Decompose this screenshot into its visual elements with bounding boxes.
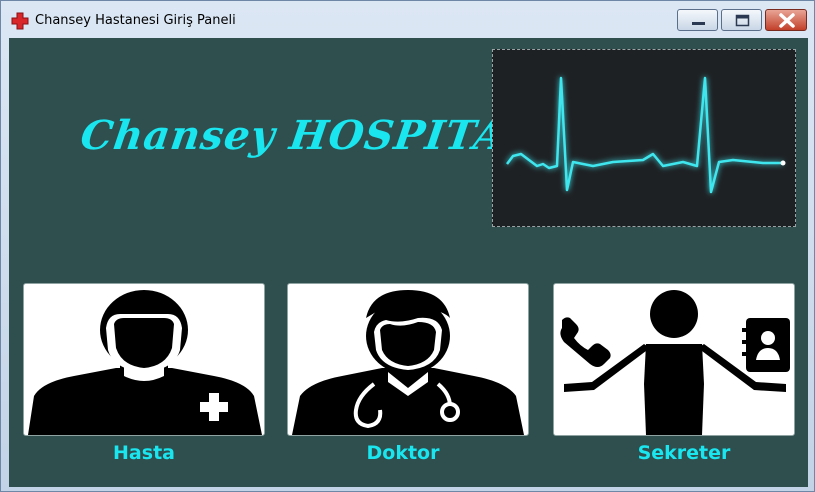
secretary-label[interactable]: Sekreter bbox=[624, 442, 744, 464]
close-button[interactable] bbox=[765, 9, 807, 31]
heartbeat-icon bbox=[506, 76, 786, 194]
patient-label[interactable]: Hasta bbox=[84, 442, 204, 464]
app-window: Chansey Hastanesi Giriş Paneli Chansey H… bbox=[0, 0, 815, 492]
red-cross-icon bbox=[11, 12, 29, 30]
minimize-button[interactable] bbox=[677, 9, 718, 31]
hospital-title: Chansey HOSPITAL bbox=[77, 112, 539, 159]
secretary-card[interactable] bbox=[553, 283, 795, 436]
patient-card[interactable] bbox=[23, 283, 265, 436]
title-bar[interactable]: Chansey Hastanesi Giriş Paneli bbox=[1, 1, 814, 39]
ekg-image bbox=[492, 49, 796, 227]
patient-icon bbox=[28, 290, 262, 435]
secretary-icon bbox=[560, 290, 790, 435]
main-panel: Chansey HOSPITAL Hasta Doktor Sekreter bbox=[9, 38, 808, 487]
doctor-icon bbox=[292, 290, 524, 435]
close-icon bbox=[779, 13, 795, 28]
maximize-icon bbox=[735, 14, 750, 27]
doctor-label[interactable]: Doktor bbox=[343, 442, 463, 464]
minimize-icon bbox=[692, 22, 705, 25]
window-title: Chansey Hastanesi Giriş Paneli bbox=[35, 13, 236, 28]
doctor-card[interactable] bbox=[287, 283, 529, 436]
maximize-button[interactable] bbox=[721, 9, 762, 31]
